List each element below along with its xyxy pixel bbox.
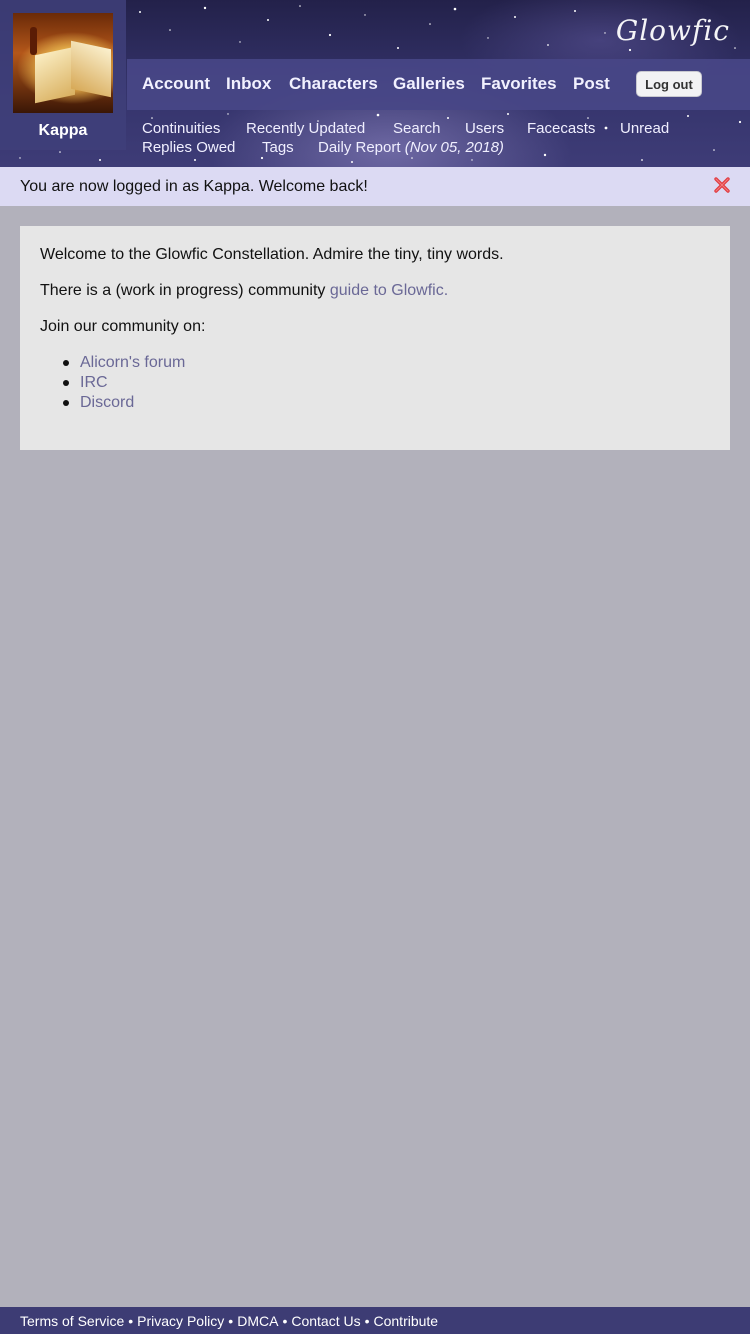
privacy-link[interactable]: Privacy Policy <box>137 1313 224 1329</box>
nav-favorites[interactable]: Favorites <box>481 74 557 94</box>
nav-users[interactable]: Users <box>465 120 504 137</box>
list-item: Discord <box>60 394 185 414</box>
welcome-panel: Welcome to the Glowfic Constellation. Ad… <box>20 226 730 450</box>
nav-search[interactable]: Search <box>393 120 441 137</box>
site-footer: Terms of Service • Privacy Policy • DMCA • Con… <box>0 1307 750 1334</box>
close-icon[interactable] <box>713 176 731 194</box>
nav-account[interactable]: Account <box>142 74 210 94</box>
list-item: Alicorn's forum <box>60 354 185 374</box>
site-header: Kappa Glowfic Account Inbox Characters G… <box>0 0 750 167</box>
nav-replies-owed[interactable]: Replies Owed <box>142 139 235 156</box>
avatar[interactable] <box>13 13 113 113</box>
user-avatar-panel[interactable]: Kappa <box>0 0 126 150</box>
main-nav: Account Inbox Characters Galleries Favor… <box>127 59 750 110</box>
footer-separator: • <box>282 1313 288 1329</box>
welcome-text: Welcome to the Glowfic Constellation. Ad… <box>40 246 504 263</box>
nav-post[interactable]: Post <box>573 74 610 94</box>
nav-galleries[interactable]: Galleries <box>393 74 465 94</box>
footer-separator: • <box>228 1313 234 1329</box>
nav-facecasts[interactable]: Facecasts <box>527 120 595 137</box>
nav-unread[interactable]: Unread <box>620 120 669 137</box>
nav-inbox[interactable]: Inbox <box>226 74 271 94</box>
guide-paragraph: There is a (work in progress) community … <box>40 282 448 300</box>
community-list: Alicorn's forum IRC Discord <box>60 354 185 414</box>
nav-continuities[interactable]: Continuities <box>142 120 220 137</box>
guide-prefix: There is a (work in progress) community <box>40 282 326 299</box>
nav-tags[interactable]: Tags <box>262 139 294 156</box>
guide-link[interactable]: guide to Glowfic. <box>330 282 448 299</box>
footer-separator: • <box>364 1313 370 1329</box>
footer-separator: • <box>128 1313 134 1329</box>
dmca-link[interactable]: DMCA <box>237 1313 278 1329</box>
flash-notice: You are now logged in as Kappa. Welcome … <box>0 167 750 206</box>
list-item: IRC <box>60 374 185 394</box>
contact-link[interactable]: Contact Us <box>291 1313 360 1329</box>
contribute-link[interactable]: Contribute <box>374 1313 439 1329</box>
nav-characters[interactable]: Characters <box>289 74 378 94</box>
discord-link[interactable]: Discord <box>80 394 134 411</box>
logout-button[interactable]: Log out <box>636 71 702 97</box>
nav-daily-report[interactable]: Daily Report (Nov 05, 2018) <box>318 139 504 156</box>
irc-link[interactable]: IRC <box>80 374 108 391</box>
alicorn-forum-link[interactable]: Alicorn's forum <box>80 354 185 371</box>
daily-report-label: Daily Report <box>318 139 401 156</box>
join-text: Join our community on: <box>40 318 206 335</box>
terms-link[interactable]: Terms of Service <box>20 1313 124 1329</box>
username[interactable]: Kappa <box>0 122 126 140</box>
flash-message: You are now logged in as Kappa. Welcome … <box>20 178 368 195</box>
daily-report-date: (Nov 05, 2018) <box>404 139 504 156</box>
site-logo[interactable]: Glowfic <box>616 14 730 47</box>
nav-recently-updated[interactable]: Recently Updated <box>246 120 365 137</box>
